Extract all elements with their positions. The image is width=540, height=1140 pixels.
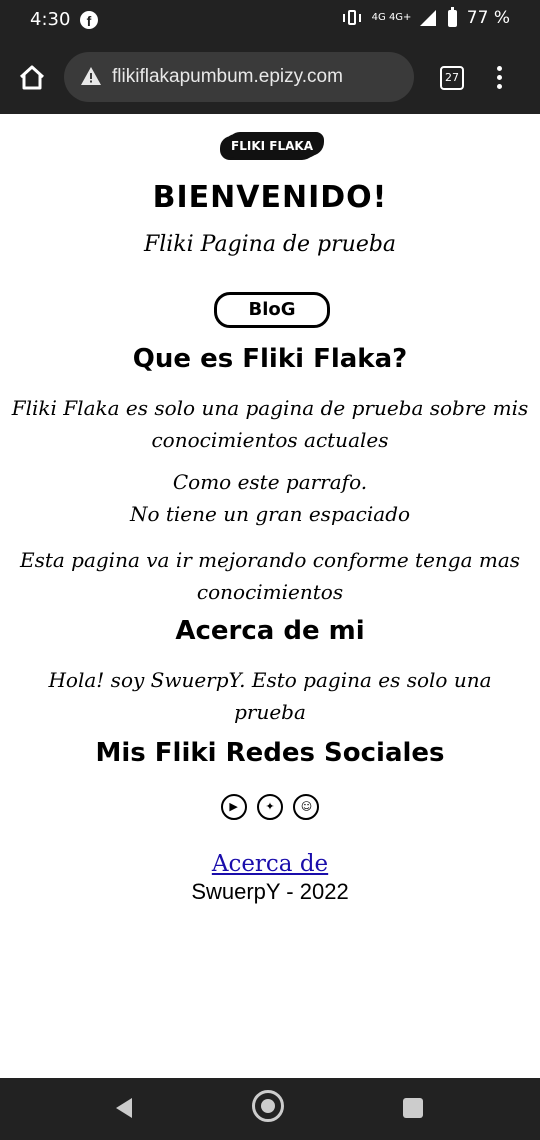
footer-credit: SwuerpY - 2022 xyxy=(191,879,349,904)
section-title-what: Que es Fliki Flaka? xyxy=(132,344,408,374)
blog-button[interactable]: BloG xyxy=(214,292,330,328)
address-bar[interactable]: flikiflakapumbum.epizy.com xyxy=(64,52,414,102)
vibrate-icon xyxy=(343,8,362,28)
social-icons: ▶ ✦ ☺ xyxy=(0,794,540,825)
section-title-social: Mis Fliki Redes Sociales xyxy=(95,738,445,768)
home-icon[interactable] xyxy=(18,64,46,90)
browser-toolbar: flikiflakapumbum.epizy.com 27 xyxy=(0,42,540,114)
battery-icon xyxy=(448,6,458,27)
signal-icon xyxy=(419,10,436,26)
android-nav-bar xyxy=(0,1078,540,1140)
paragraph-spacing-line1: Como este parrafo. xyxy=(172,470,368,494)
youtube-icon[interactable]: ▶ xyxy=(220,794,247,820)
warning-icon[interactable] xyxy=(80,66,102,86)
discord-icon[interactable]: ☺ xyxy=(293,794,320,820)
status-time: 4:30 xyxy=(30,9,71,30)
paragraph-improving: Esta pagina va ir mejorando conforme ten… xyxy=(19,548,521,604)
more-menu-icon[interactable] xyxy=(497,66,503,90)
url-text[interactable]: flikiflakapumbum.epizy.com xyxy=(112,66,343,88)
paragraph-about: Hola! soy SwuerpY. Esto pagina es solo u… xyxy=(48,668,492,724)
tabs-icon[interactable]: 27 xyxy=(440,66,464,90)
paragraph-spacing-line2: No tiene un gran espaciado xyxy=(129,502,411,526)
page-subtitle: Fliki Pagina de prueba xyxy=(143,232,397,257)
site-logo: FLIKI FLAKA xyxy=(224,134,320,158)
home-nav-icon[interactable] xyxy=(252,1090,284,1122)
twitter-icon[interactable]: ✦ xyxy=(257,794,283,820)
battery-percentage: 77 % xyxy=(466,8,510,28)
section-title-about: Acerca de mi xyxy=(175,616,365,646)
facebook-icon: f xyxy=(80,11,98,29)
network-label: 4G 4G+ xyxy=(371,12,412,23)
back-icon[interactable] xyxy=(116,1098,132,1118)
paragraph-intro: Fliki Flaka es solo una pagina de prueba… xyxy=(11,396,529,452)
status-bar: 4:30 f 4G 4G+ 77 % xyxy=(0,0,540,42)
recent-apps-icon[interactable] xyxy=(403,1098,423,1118)
about-link[interactable]: Acerca de xyxy=(0,851,540,877)
welcome-heading: BIENVENIDO! xyxy=(152,180,388,215)
status-icons: 4G 4G+ 77 % xyxy=(343,6,510,34)
